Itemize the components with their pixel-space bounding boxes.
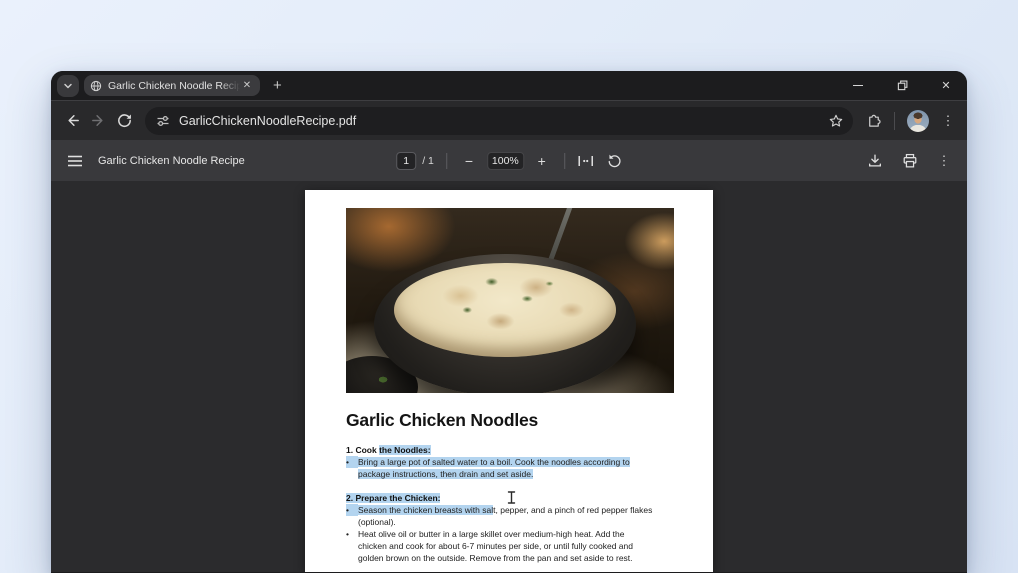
pdf-toolbar: Garlic Chicken Noodle Recipe 1 / 1 − 100…: [51, 140, 967, 181]
page-number-input[interactable]: 1: [396, 152, 416, 170]
selected-text: •: [346, 504, 358, 516]
selected-text: •: [346, 456, 358, 468]
pdf-page[interactable]: Garlic Chicken Noodles 1. Cook the Noodl…: [305, 190, 713, 572]
extensions-button[interactable]: [865, 112, 882, 129]
fit-to-width-button[interactable]: [577, 154, 594, 168]
restore-icon: [897, 80, 908, 91]
print-button[interactable]: [902, 153, 918, 169]
toolbar-right-group: ⋮: [865, 110, 955, 132]
reload-icon: [116, 112, 133, 129]
tab-search-button[interactable]: [57, 75, 79, 97]
browser-menu-button[interactable]: ⋮: [941, 113, 955, 129]
text: t, pepper, and a pinch of red pepper fla…: [493, 505, 652, 515]
selected-text: Season the chicken breasts with sal: [358, 505, 493, 515]
text: (optional).: [358, 517, 396, 527]
download-button[interactable]: [867, 153, 883, 169]
recipe-line[interactable]: package instructions, then drain and set…: [346, 468, 652, 480]
text: golden brown on the outside. Remove from…: [358, 553, 633, 563]
download-icon: [867, 153, 883, 169]
zoom-level-input[interactable]: 100%: [487, 152, 524, 170]
fit-width-icon: [577, 154, 594, 168]
pdf-right-controls: ⋮: [867, 153, 951, 169]
star-icon: [828, 113, 844, 129]
recipe-line[interactable]: 2. Prepare the Chicken:: [346, 492, 652, 504]
selected-text: the Noodles:: [379, 445, 430, 455]
globe-favicon-icon: [90, 80, 102, 92]
recipe-lines[interactable]: 1. Cook the Noodles:•Bring a large pot o…: [346, 444, 652, 564]
recipe-food-photo: [346, 208, 674, 393]
recipe-line[interactable]: chicken and cook for about 6-7 minutes p…: [346, 540, 652, 552]
fork: [547, 208, 574, 265]
pdf-toolbar-separator: [564, 153, 565, 169]
pdf-document-title: Garlic Chicken Noodle Recipe: [98, 155, 245, 167]
tab-strip: Garlic Chicken Noodle Recipe ✕ + ✕: [51, 71, 967, 100]
close-button[interactable]: ✕: [939, 79, 953, 93]
back-arrow-icon: [64, 112, 81, 129]
pdf-menu-button[interactable]: [67, 154, 83, 168]
pdf-more-options-button[interactable]: ⋮: [937, 153, 951, 169]
profile-avatar[interactable]: [907, 110, 929, 132]
selected-text: 2. Prepare the Chicken:: [346, 493, 440, 503]
bookmark-star-button[interactable]: [828, 113, 844, 129]
recipe-title[interactable]: Garlic Chicken Noodles: [346, 410, 538, 431]
minimize-button[interactable]: [851, 79, 865, 93]
text: 1. Cook: [346, 445, 379, 455]
page-count-label: / 1: [422, 155, 434, 167]
forward-arrow-icon: [90, 112, 107, 129]
rotate-button[interactable]: [606, 153, 622, 169]
address-bar[interactable]: GarlicChickenNoodleRecipe.pdf: [145, 107, 853, 135]
puzzle-piece-icon: [865, 112, 882, 129]
selected-text: package instructions, then drain and set…: [358, 469, 533, 479]
pdf-center-controls: 1 / 1 − 100% +: [396, 152, 622, 170]
window-controls: ✕: [851, 79, 967, 93]
recipe-line[interactable]: golden brown on the outside. Remove from…: [346, 552, 652, 564]
print-icon: [902, 153, 918, 169]
zoom-out-button[interactable]: −: [459, 153, 479, 169]
chevron-down-icon: [62, 80, 74, 92]
restore-button[interactable]: [895, 79, 909, 93]
text: •: [346, 528, 358, 540]
site-settings-tune-icon: [156, 114, 170, 128]
reload-button[interactable]: [111, 108, 137, 134]
selected-text: Bring a large pot of salted water to a b…: [358, 457, 630, 467]
browser-window: Garlic Chicken Noodle Recipe ✕ + ✕: [51, 71, 967, 573]
recipe-line[interactable]: •Season the chicken breasts with salt, p…: [346, 504, 652, 516]
forward-button[interactable]: [85, 108, 111, 134]
recipe-line[interactable]: •Bring a large pot of salted water to a …: [346, 456, 652, 468]
toolbar-separator: [894, 112, 895, 130]
browser-toolbar: GarlicChickenNoodleRecipe.pdf ⋮: [51, 100, 967, 140]
desktop-background: { "window": { "tab": { "title": "Garlic …: [0, 0, 1018, 573]
rotate-counterclockwise-icon: [606, 153, 622, 169]
text: Heat olive oil or butter in a large skil…: [358, 529, 624, 539]
pdf-toolbar-separator: [446, 153, 447, 169]
recipe-line-spacer: [346, 480, 652, 492]
tab-garlic-chicken-noodle-recipe[interactable]: Garlic Chicken Noodle Recipe ✕: [84, 75, 260, 96]
hamburger-icon: [67, 154, 83, 168]
recipe-line[interactable]: •Heat olive oil or butter in a large ski…: [346, 528, 652, 540]
tab-close-button[interactable]: ✕: [240, 79, 254, 93]
tab-title: Garlic Chicken Noodle Recipe: [108, 80, 240, 92]
back-button[interactable]: [59, 108, 85, 134]
noodles: [394, 263, 616, 357]
text: chicken and cook for about 6-7 minutes p…: [358, 541, 633, 551]
url-text: GarlicChickenNoodleRecipe.pdf: [179, 114, 828, 128]
pdf-viewer[interactable]: Garlic Chicken Noodles 1. Cook the Noodl…: [51, 181, 967, 572]
zoom-in-button[interactable]: +: [532, 153, 552, 169]
new-tab-button[interactable]: +: [273, 78, 282, 93]
recipe-line[interactable]: 1. Cook the Noodles:: [346, 444, 652, 456]
recipe-line[interactable]: (optional).: [346, 516, 652, 528]
